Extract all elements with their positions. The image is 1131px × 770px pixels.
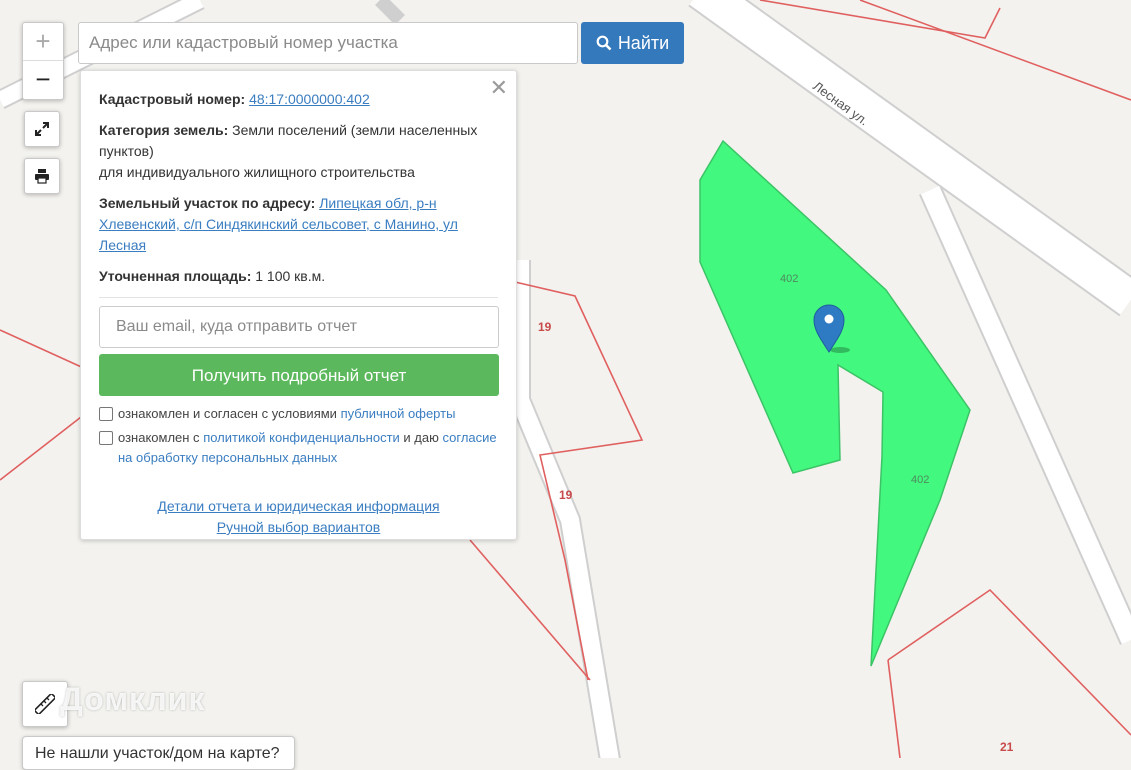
offer-consent-checkbox[interactable] [99, 407, 113, 421]
parcel-info-panel: ✕ Кадастровый номер: 48:17:0000000:402 К… [80, 70, 517, 540]
parcel-label: 402 [911, 474, 929, 486]
print-button[interactable] [24, 158, 60, 194]
privacy-consent-text: ознакомлен с политикой конфиденциальност… [118, 430, 497, 465]
address-search-input[interactable] [78, 22, 578, 64]
privacy-policy-link[interactable]: политикой конфиденциальности [203, 430, 400, 445]
not-found-banner[interactable]: Не нашли участок/дом на карте? [22, 736, 295, 770]
domclick-logo: Домклик [60, 681, 206, 717]
land-use-value: для индивидуального жилищного строительс… [99, 164, 415, 180]
cadastral-number-row: Кадастровый номер: 48:17:0000000:402 [99, 89, 498, 110]
selected-parcel-402[interactable] [699, 139, 971, 667]
printer-icon [35, 169, 49, 184]
area-value: 1 100 кв.м. [255, 268, 326, 284]
report-details-link[interactable]: Детали отчета и юридическая информация [99, 496, 498, 517]
zoom-control: + − [22, 22, 64, 100]
offer-consent-checkbox-row: ознакомлен и согласен с условиями публич… [99, 404, 498, 424]
privacy-consent-checkbox[interactable] [99, 431, 113, 445]
search-icon [596, 35, 612, 51]
manual-selection-link[interactable]: Ручной выбор вариантов [99, 517, 498, 538]
divider [99, 297, 498, 298]
expand-arrows-icon [35, 122, 49, 136]
zoom-in-button[interactable]: + [23, 23, 63, 61]
cadastral-number-link[interactable]: 48:17:0000000:402 [249, 91, 370, 107]
area-row: Уточненная площадь: 1 100 кв.м. [99, 266, 498, 287]
get-report-button[interactable]: Получить подробный отчет [99, 354, 499, 396]
parcel-label: 21 [1000, 740, 1014, 754]
parcel-label: 19 [538, 320, 552, 334]
parcel-label: 19 [559, 488, 573, 502]
find-button[interactable]: Найти [581, 22, 684, 64]
close-icon[interactable]: ✕ [490, 77, 508, 99]
privacy-consent-checkbox-row: ознакомлен с политикой конфиденциальност… [99, 428, 498, 468]
cadastral-number-label: Кадастровый номер: [99, 91, 246, 107]
ruler-icon [35, 694, 55, 714]
parcel-label: 402 [780, 273, 798, 285]
area-label: Уточненная площадь: [99, 268, 252, 284]
address-row: Земельный участок по адресу: Липецкая об… [99, 193, 498, 256]
panel-footer-links: Детали отчета и юридическая информация Р… [99, 496, 498, 538]
email-input[interactable] [99, 306, 499, 348]
land-category-label: Категория земель: [99, 122, 229, 138]
public-offer-link[interactable]: публичной оферты [341, 406, 456, 421]
find-button-label: Найти [617, 32, 670, 53]
offer-consent-text: ознакомлен и согласен с условиями публич… [118, 406, 456, 421]
road-left [509, 260, 621, 758]
fullscreen-button[interactable] [24, 111, 60, 147]
land-category-row: Категория земель: Земли поселений (земли… [99, 120, 498, 183]
zoom-out-button[interactable]: − [23, 61, 63, 98]
address-label: Земельный участок по адресу: [99, 195, 316, 211]
